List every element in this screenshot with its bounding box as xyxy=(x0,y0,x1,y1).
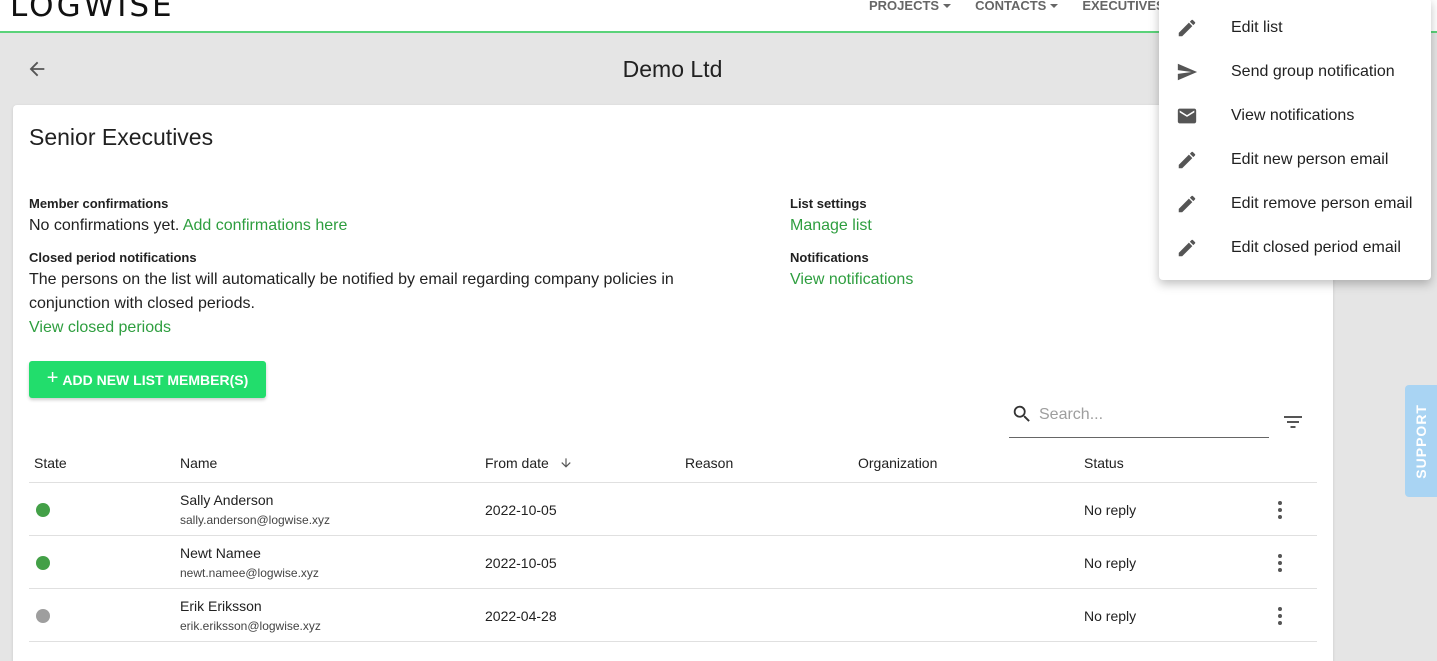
add-list-member-label: ADD NEW LIST MEMBER(S) xyxy=(62,371,249,388)
add-confirmations-link[interactable]: Add confirmations here xyxy=(183,217,348,234)
view-notifications-link[interactable]: View notifications xyxy=(790,268,913,292)
nav-projects[interactable]: PROJECTS xyxy=(869,0,952,13)
mail-icon xyxy=(1177,108,1197,124)
support-label: SUPPORT xyxy=(1413,403,1429,479)
manage-list-link[interactable]: Manage list xyxy=(790,214,872,238)
member-from-date: 2022-10-05 xyxy=(485,502,557,518)
plus-icon: + xyxy=(46,367,59,389)
nav-contacts-label: CONTACTS xyxy=(975,0,1047,13)
member-from-date: 2022-04-28 xyxy=(485,608,557,624)
state-dot xyxy=(36,609,50,623)
caret-down-icon xyxy=(1050,4,1059,8)
filter-icon[interactable] xyxy=(1283,414,1303,430)
list-settings-label: List settings xyxy=(790,196,867,211)
search-field[interactable] xyxy=(1009,401,1269,438)
notifications-label: Notifications xyxy=(790,250,869,265)
state-dot xyxy=(36,556,50,570)
menu-label: View notifications xyxy=(1231,107,1355,124)
member-status: No reply xyxy=(1084,502,1137,518)
menu-item-view-notifications[interactable]: View notifications xyxy=(1159,94,1431,138)
menu-label: Edit new person email xyxy=(1231,151,1389,168)
list-title: Senior Executives xyxy=(29,124,214,150)
menu-label: Edit closed period email xyxy=(1231,239,1401,256)
member-confirmations-status: No confirmations yet. xyxy=(29,217,180,234)
state-dot xyxy=(36,503,50,517)
menu-label: Send group notification xyxy=(1231,63,1395,80)
member-email: sally.anderson@logwise.xyz xyxy=(180,513,331,527)
menu-label: Edit remove person email xyxy=(1231,195,1413,212)
more-vert-icon[interactable] xyxy=(1269,605,1291,627)
arrow-down-icon xyxy=(561,458,571,468)
table-row[interactable]: Erik Eriksson erik.eriksson@logwise.xyz … xyxy=(29,589,1317,642)
table-row[interactable]: Newt Namee newt.namee@logwise.xyz 2022-1… xyxy=(29,536,1317,589)
menu-item-edit-list[interactable]: Edit list xyxy=(1159,6,1431,50)
column-state[interactable]: State xyxy=(34,455,67,471)
search-icon xyxy=(1013,405,1030,422)
list-actions-menu: Edit list Send group notification View n… xyxy=(1159,0,1431,280)
closed-period-label: Closed period notifications xyxy=(29,250,197,265)
member-name: Newt Namee xyxy=(180,545,261,561)
member-email: erik.eriksson@logwise.xyz xyxy=(180,619,321,633)
menu-item-edit-closed-period-email[interactable]: Edit closed period email xyxy=(1159,226,1431,270)
nav-contacts[interactable]: CONTACTS xyxy=(975,0,1059,13)
page-title: Demo Ltd xyxy=(622,56,723,82)
column-name[interactable]: Name xyxy=(180,455,217,471)
menu-item-send-group-notification[interactable]: Send group notification xyxy=(1159,50,1431,94)
search-input[interactable] xyxy=(1039,401,1259,429)
member-name: Erik Eriksson xyxy=(180,598,262,614)
nav-executives-label: EXECUTIVES xyxy=(1082,0,1165,13)
pencil-icon xyxy=(1178,195,1196,213)
member-email: newt.namee@logwise.xyz xyxy=(180,566,319,580)
menu-label: Edit list xyxy=(1231,19,1283,36)
member-confirmations-label: Member confirmations xyxy=(29,196,169,211)
send-icon xyxy=(1177,63,1198,81)
pencil-icon xyxy=(1178,151,1196,169)
logo[interactable]: LOGWISE xyxy=(10,0,175,24)
member-status: No reply xyxy=(1084,608,1137,624)
menu-item-edit-remove-person-email[interactable]: Edit remove person email xyxy=(1159,182,1431,226)
caret-down-icon xyxy=(943,4,952,8)
closed-period-text-line1: The persons on the list will automatical… xyxy=(29,271,674,288)
member-status: No reply xyxy=(1084,555,1137,571)
main-nav: PROJECTS CONTACTS EXECUTIVES xyxy=(869,0,1201,13)
column-reason[interactable]: Reason xyxy=(685,455,733,471)
pencil-icon xyxy=(1178,19,1196,37)
member-from-date: 2022-10-05 xyxy=(485,555,557,571)
support-tab[interactable]: SUPPORT xyxy=(1405,385,1437,497)
closed-period-text-line2: conjunction with closed periods. xyxy=(29,295,255,312)
list-card: Senior Executives Member confirmations N… xyxy=(13,105,1333,661)
member-confirmations-text: No confirmations yet. Add confirmations … xyxy=(29,214,347,238)
more-vert-icon[interactable] xyxy=(1269,499,1291,521)
column-status[interactable]: Status xyxy=(1084,455,1124,471)
add-list-member-button[interactable]: + ADD NEW LIST MEMBER(S) xyxy=(29,361,266,398)
member-name: Sally Anderson xyxy=(180,492,274,508)
table-header: State Name From date Reason Organization… xyxy=(29,448,1317,483)
nav-projects-label: PROJECTS xyxy=(869,0,940,13)
more-vert-icon[interactable] xyxy=(1269,552,1291,574)
column-organization[interactable]: Organization xyxy=(858,455,937,471)
column-from-date-label: From date xyxy=(485,455,549,471)
view-closed-periods-link[interactable]: View closed periods xyxy=(29,316,171,340)
menu-item-edit-new-person-email[interactable]: Edit new person email xyxy=(1159,138,1431,182)
pencil-icon xyxy=(1178,239,1196,257)
table-row[interactable]: Sally Anderson sally.anderson@logwise.xy… xyxy=(29,483,1317,536)
column-from-date[interactable]: From date xyxy=(485,455,573,471)
